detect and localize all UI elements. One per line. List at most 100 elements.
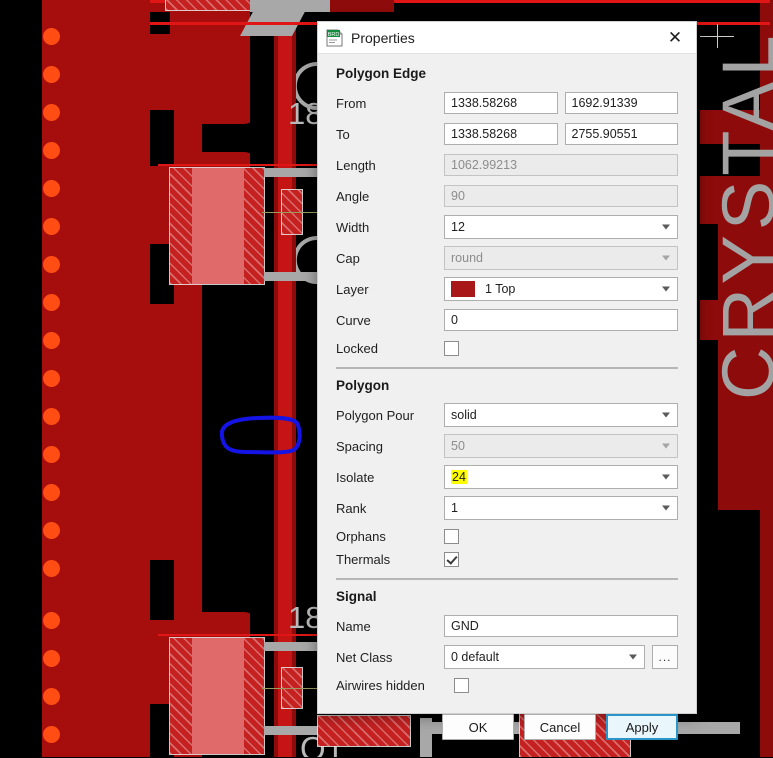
- label-layer: Layer: [336, 281, 369, 297]
- section-heading-signal: Signal: [336, 589, 377, 604]
- spacing-dropdown: 50: [444, 434, 678, 458]
- isolate-value: 24: [451, 470, 467, 484]
- row-orphans: Orphans: [336, 526, 678, 547]
- chevron-down-icon: [629, 654, 637, 660]
- via: [43, 294, 60, 311]
- angle-input: 90: [444, 185, 678, 207]
- row-locked: Locked: [336, 338, 678, 359]
- silkscreen-crystal-label: CRYSTAL: [707, 30, 773, 400]
- label-to: To: [336, 126, 350, 142]
- dialog-button-bar: OK Cancel Apply: [318, 698, 696, 758]
- silkscreen-line: [264, 168, 320, 177]
- polygon-pour-dropdown[interactable]: solid: [444, 403, 678, 427]
- label-name: Name: [336, 618, 371, 634]
- via: [43, 560, 60, 577]
- thermals-checkbox[interactable]: [444, 552, 459, 567]
- via: [43, 66, 60, 83]
- label-isolate: Isolate: [336, 469, 375, 485]
- section-divider: [336, 578, 678, 580]
- label-locked: Locked: [336, 341, 378, 356]
- row-to: To 1338.58268 2755.90551: [336, 121, 678, 147]
- label-width: Width: [336, 219, 370, 235]
- row-polygon-pour: Polygon Pour solid: [336, 402, 678, 428]
- brd-file-icon: BRD: [326, 29, 343, 47]
- chevron-down-icon: [662, 255, 670, 261]
- row-name: Name GND: [336, 613, 678, 639]
- via: [43, 408, 60, 425]
- net-class-dropdown[interactable]: 0 default: [444, 645, 645, 669]
- airwires-hidden-checkbox[interactable]: [454, 678, 469, 693]
- label-cap: Cap: [336, 250, 360, 266]
- label-airwires-hidden: Airwires hidden: [336, 678, 425, 693]
- dialog-titlebar[interactable]: BRD Properties ✕: [318, 22, 696, 54]
- via: [43, 180, 60, 197]
- chevron-down-icon: [662, 224, 670, 230]
- rank-dropdown[interactable]: 1: [444, 496, 678, 520]
- label-orphans: Orphans: [336, 529, 386, 544]
- layer-value: 1 Top: [485, 282, 516, 296]
- row-airwires-hidden: Airwires hidden: [336, 675, 678, 696]
- label-polygon-pour: Polygon Pour: [336, 407, 415, 423]
- label-angle: Angle: [336, 188, 370, 204]
- curve-input[interactable]: 0: [444, 309, 678, 331]
- spacing-value: 50: [451, 439, 465, 453]
- width-value: 12: [451, 220, 465, 234]
- copper-band: [330, 0, 394, 12]
- label-from: From: [336, 95, 367, 111]
- row-thermals: Thermals: [336, 549, 678, 570]
- via: [43, 650, 60, 667]
- dimension-line: [262, 212, 318, 213]
- from-y-input[interactable]: 1692.91339: [564, 92, 678, 114]
- label-length: Length: [336, 157, 376, 173]
- from-x-input[interactable]: 1338.58268: [444, 92, 558, 114]
- to-y-input[interactable]: 2755.90551: [564, 123, 678, 145]
- row-rank: Rank 1: [336, 495, 678, 521]
- crosshair-cursor: [700, 24, 734, 48]
- width-dropdown[interactable]: 12: [444, 215, 678, 239]
- label-curve: Curve: [336, 312, 371, 328]
- dimension-line: [262, 688, 320, 689]
- label-spacing: Spacing: [336, 438, 383, 454]
- rank-value: 1: [451, 501, 458, 515]
- section-heading-polygon-edge: Polygon Edge: [336, 66, 427, 81]
- ok-button[interactable]: OK: [442, 714, 514, 740]
- section-heading-polygon: Polygon: [336, 378, 390, 393]
- to-x-input[interactable]: 1338.58268: [444, 123, 558, 145]
- silkscreen-line: [264, 642, 320, 651]
- apply-button[interactable]: Apply: [606, 714, 678, 740]
- close-icon[interactable]: ✕: [654, 22, 696, 53]
- label-thermals: Thermals: [336, 552, 391, 567]
- cancel-button[interactable]: Cancel: [524, 714, 596, 740]
- row-layer: Layer 1 Top: [336, 276, 678, 302]
- via: [43, 218, 60, 235]
- via: [43, 142, 60, 159]
- chevron-down-icon: [662, 443, 670, 449]
- row-curve: Curve 0: [336, 307, 678, 333]
- orphans-checkbox[interactable]: [444, 529, 459, 544]
- properties-dialog[interactable]: BRD Properties ✕ Polygon Edge From 1338.…: [318, 22, 696, 740]
- chevron-down-icon: [662, 412, 670, 418]
- label-rank: Rank: [336, 500, 367, 516]
- label-net-class: Net Class: [336, 649, 393, 665]
- via: [43, 522, 60, 539]
- via: [43, 332, 60, 349]
- isolate-dropdown[interactable]: 24: [444, 465, 678, 489]
- pad-body: [192, 638, 244, 754]
- via: [43, 688, 60, 705]
- polygon-pour-value: solid: [451, 408, 477, 422]
- locked-checkbox[interactable]: [444, 341, 459, 356]
- net-class-value: 0 default: [451, 650, 499, 664]
- via: [43, 446, 60, 463]
- via: [43, 370, 60, 387]
- svg-text:BRD: BRD: [328, 32, 340, 38]
- layer-dropdown[interactable]: 1 Top: [444, 277, 678, 301]
- length-input: 1062.99213: [444, 154, 678, 176]
- via: [43, 256, 60, 273]
- via: [43, 726, 60, 743]
- row-cap: Cap round: [336, 245, 678, 271]
- row-net-class: Net Class 0 default ...: [336, 644, 678, 670]
- net-class-more-button[interactable]: ...: [652, 645, 678, 669]
- row-length: Length 1062.99213: [336, 152, 678, 178]
- signal-name-input[interactable]: GND: [444, 615, 678, 637]
- dialog-body: Polygon Edge From 1338.58268 1692.91339 …: [318, 54, 696, 698]
